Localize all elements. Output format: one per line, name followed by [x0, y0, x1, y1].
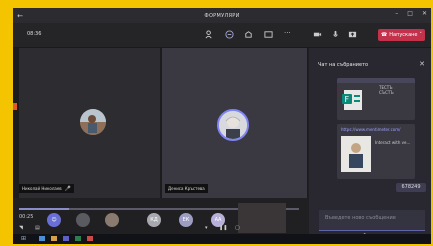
participant-tile[interactable]: Николай Николаев 🎤	[19, 48, 160, 198]
meeting-timer: 08:36	[27, 31, 42, 37]
volume-icon[interactable]: ◥	[19, 225, 23, 231]
message-code: 678249	[396, 183, 426, 192]
participants-icon[interactable]	[205, 30, 214, 39]
avatar: ☺	[47, 213, 61, 227]
avatar	[80, 109, 106, 135]
screen-icon[interactable]: ▾	[205, 225, 208, 231]
meeting-chat-panel: Чат на събранието ✕ ТЕСТЪ СЪСТЪ F https:…	[309, 48, 431, 244]
video-stage: Николай Николаев 🎤 Дениса Кръстева	[13, 48, 308, 198]
meeting-toolbar: 08:36 ··· ☎ Напускане ˅	[13, 23, 431, 48]
avatar	[76, 213, 90, 227]
windows-taskbar: ⊞	[13, 234, 431, 244]
app-icon[interactable]	[39, 236, 45, 241]
avatar	[105, 213, 119, 227]
playback-time: 00:25	[19, 214, 34, 220]
minimize-icon[interactable]: –	[395, 10, 398, 17]
link-url[interactable]: https://www.mentimeter.com/	[341, 127, 400, 132]
leave-button[interactable]: ☎ Напускане ˅	[378, 29, 425, 41]
app-icon[interactable]	[63, 236, 69, 241]
forms-app-icon: F	[342, 90, 362, 110]
app-icon[interactable]	[51, 236, 57, 241]
participant-name: Николай Николаев	[22, 186, 62, 191]
phone-hangup-icon: ☎	[381, 32, 388, 38]
reactions-icon[interactable]	[244, 30, 253, 39]
participant-name-tag: Дениса Кръстева	[165, 184, 208, 193]
taskbar-apps	[39, 236, 169, 241]
progress-fill	[19, 208, 70, 210]
recording-indicator	[13, 103, 17, 110]
window-icon[interactable]: ▢	[235, 225, 240, 231]
pause-icon[interactable]: ❚❚	[219, 225, 227, 231]
svg-text:F: F	[345, 95, 350, 104]
participant-name-tag: Николай Николаев 🎤	[19, 184, 74, 193]
chat-icon[interactable]	[225, 30, 234, 39]
maximize-icon[interactable]: □	[407, 10, 413, 17]
captions-icon[interactable]: ▤	[35, 225, 40, 231]
avatar	[217, 109, 249, 141]
leave-label: Напускане	[389, 32, 418, 38]
chat-attachment-card[interactable]: ТЕСТЪ СЪСТЪ F	[337, 78, 415, 120]
link-preview-text: Interact with ve...	[375, 140, 411, 145]
app-icon[interactable]	[75, 236, 81, 241]
share-screen-icon[interactable]	[348, 30, 357, 39]
link-preview-image	[341, 136, 371, 172]
participant-tile[interactable]: Дениса Кръстева	[162, 48, 307, 198]
close-icon[interactable]: ✕	[419, 60, 425, 68]
camera-icon[interactable]	[313, 30, 322, 39]
more-options-icon[interactable]: ···	[284, 29, 291, 37]
teams-meeting-window: ← ФОРМУЛЯРИ – □ ✕ 08:36 ··· ☎ Напускане …	[13, 8, 431, 244]
self-view-thumbnail[interactable]	[238, 203, 286, 233]
mic-muted-icon: 🎤	[64, 185, 71, 192]
participant-name: Дениса Кръстева	[168, 186, 205, 191]
start-icon[interactable]: ⊞	[21, 235, 26, 242]
chat-compose-box[interactable]: Въведете ново съобщение	[319, 210, 425, 231]
window-controls: – □ ✕	[395, 10, 427, 17]
chat-link-card[interactable]: https://www.mentimeter.com/ Interact wit…	[337, 124, 415, 179]
avatar-initials: ЕК	[179, 213, 193, 227]
window-title: ФОРМУЛЯРИ	[204, 12, 240, 19]
close-window-icon[interactable]: ✕	[422, 10, 427, 17]
card-line: СЪСТЪ	[379, 90, 394, 95]
chevron-down-icon: ˅	[419, 32, 422, 38]
avatar-initials: КД	[147, 213, 161, 227]
rooms-icon[interactable]	[264, 30, 273, 39]
compose-placeholder: Въведете ново съобщение	[325, 215, 396, 221]
title-bar: ← ФОРМУЛЯРИ – □ ✕	[13, 8, 431, 23]
chat-title: Чат на събранието	[318, 62, 369, 68]
app-icon[interactable]	[87, 236, 93, 241]
microphone-icon[interactable]	[331, 30, 340, 39]
